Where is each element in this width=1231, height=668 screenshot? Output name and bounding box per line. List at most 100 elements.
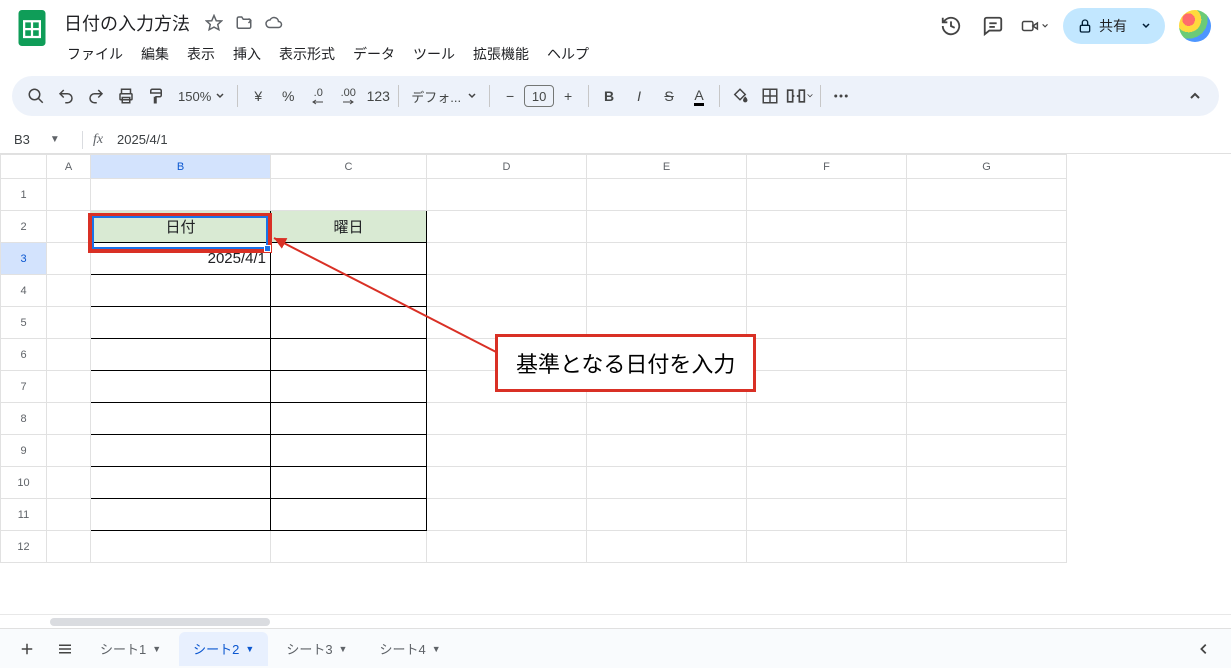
undo-icon[interactable] — [52, 82, 80, 110]
cell-G2[interactable] — [907, 211, 1067, 243]
cell-F4[interactable] — [747, 275, 907, 307]
meet-icon[interactable] — [1021, 12, 1049, 40]
cell-F3[interactable] — [747, 243, 907, 275]
chevron-down-icon[interactable]: ▼ — [432, 644, 441, 654]
cell-C4[interactable] — [271, 275, 427, 307]
cell-A10[interactable] — [47, 467, 91, 499]
cell-G9[interactable] — [907, 435, 1067, 467]
name-box[interactable]: B3▼ — [0, 132, 82, 147]
row-header-11[interactable]: 11 — [1, 499, 47, 531]
sheet-tab-1[interactable]: シート1▼ — [86, 632, 175, 666]
cell-F11[interactable] — [747, 499, 907, 531]
cell-E4[interactable] — [587, 275, 747, 307]
col-header-A[interactable]: A — [47, 155, 91, 179]
cell-B1[interactable] — [91, 179, 271, 211]
cell-G7[interactable] — [907, 371, 1067, 403]
star-icon[interactable] — [204, 13, 224, 33]
cell-D9[interactable] — [427, 435, 587, 467]
cell-A12[interactable] — [47, 531, 91, 563]
menu-tools[interactable]: ツール — [406, 40, 462, 68]
cell-B8[interactable] — [91, 403, 271, 435]
cell-C11[interactable] — [271, 499, 427, 531]
row-header-7[interactable]: 7 — [1, 371, 47, 403]
cell-E11[interactable] — [587, 499, 747, 531]
cell-D1[interactable] — [427, 179, 587, 211]
cell-C2[interactable]: 曜日 — [271, 211, 427, 243]
cell-G5[interactable] — [907, 307, 1067, 339]
cell-F7[interactable] — [747, 371, 907, 403]
cell-F8[interactable] — [747, 403, 907, 435]
row-header-9[interactable]: 9 — [1, 435, 47, 467]
redo-icon[interactable] — [82, 82, 110, 110]
share-button[interactable]: 共有 — [1063, 8, 1165, 44]
search-icon[interactable] — [22, 82, 50, 110]
share-dropdown-icon[interactable] — [1133, 13, 1159, 39]
menu-format[interactable]: 表示形式 — [272, 40, 342, 68]
horizontal-scrollbar[interactable] — [0, 614, 1231, 628]
cell-A8[interactable] — [47, 403, 91, 435]
menu-help[interactable]: ヘルプ — [540, 40, 596, 68]
cell-C8[interactable] — [271, 403, 427, 435]
cell-B10[interactable] — [91, 467, 271, 499]
cell-A3[interactable] — [47, 243, 91, 275]
cell-B9[interactable] — [91, 435, 271, 467]
decrease-font-icon[interactable]: − — [496, 82, 524, 110]
cell-C3[interactable] — [271, 243, 427, 275]
cell-F5[interactable] — [747, 307, 907, 339]
cell-D8[interactable] — [427, 403, 587, 435]
text-color-button[interactable]: A — [685, 82, 713, 110]
cell-A1[interactable] — [47, 179, 91, 211]
row-header-2[interactable]: 2 — [1, 211, 47, 243]
borders-button[interactable] — [756, 82, 784, 110]
row-header-6[interactable]: 6 — [1, 339, 47, 371]
cell-D12[interactable] — [427, 531, 587, 563]
cell-A7[interactable] — [47, 371, 91, 403]
cell-D4[interactable] — [427, 275, 587, 307]
cell-D3[interactable] — [427, 243, 587, 275]
col-header-C[interactable]: C — [271, 155, 427, 179]
cell-G6[interactable] — [907, 339, 1067, 371]
row-header-8[interactable]: 8 — [1, 403, 47, 435]
menu-insert[interactable]: 挿入 — [226, 40, 268, 68]
fill-color-button[interactable] — [726, 82, 754, 110]
fill-handle[interactable] — [264, 245, 271, 252]
cell-D2[interactable] — [427, 211, 587, 243]
cell-F6[interactable] — [747, 339, 907, 371]
row-header-1[interactable]: 1 — [1, 179, 47, 211]
formula-input[interactable]: 2025/4/1 — [113, 132, 1231, 147]
cell-B7[interactable] — [91, 371, 271, 403]
cell-G4[interactable] — [907, 275, 1067, 307]
cell-B4[interactable] — [91, 275, 271, 307]
percent-button[interactable]: % — [274, 82, 302, 110]
tab-scroll-left[interactable] — [1187, 634, 1221, 664]
menu-file[interactable]: ファイル — [60, 40, 130, 68]
col-header-F[interactable]: F — [747, 155, 907, 179]
history-icon[interactable] — [937, 12, 965, 40]
cell-B5[interactable] — [91, 307, 271, 339]
merge-button[interactable] — [786, 82, 814, 110]
cell-A4[interactable] — [47, 275, 91, 307]
cell-F9[interactable] — [747, 435, 907, 467]
cell-A9[interactable] — [47, 435, 91, 467]
row-header-4[interactable]: 4 — [1, 275, 47, 307]
all-sheets-button[interactable] — [48, 634, 82, 664]
cell-B12[interactable] — [91, 531, 271, 563]
account-avatar[interactable] — [1179, 10, 1211, 42]
cell-E10[interactable] — [587, 467, 747, 499]
cell-E12[interactable] — [587, 531, 747, 563]
cell-G1[interactable] — [907, 179, 1067, 211]
collapse-toolbar-icon[interactable] — [1181, 82, 1209, 110]
chevron-down-icon[interactable]: ▼ — [339, 644, 348, 654]
cell-C7[interactable] — [271, 371, 427, 403]
cell-G10[interactable] — [907, 467, 1067, 499]
sheet-tab-4[interactable]: シート4▼ — [365, 632, 454, 666]
menu-extensions[interactable]: 拡張機能 — [466, 40, 536, 68]
zoom-select[interactable]: 150% — [172, 89, 231, 104]
col-header-G[interactable]: G — [907, 155, 1067, 179]
row-header-5[interactable]: 5 — [1, 307, 47, 339]
chevron-down-icon[interactable]: ▼ — [152, 644, 161, 654]
cell-B11[interactable] — [91, 499, 271, 531]
cloud-icon[interactable] — [264, 13, 284, 33]
currency-button[interactable]: ¥ — [244, 82, 272, 110]
cell-C6[interactable] — [271, 339, 427, 371]
